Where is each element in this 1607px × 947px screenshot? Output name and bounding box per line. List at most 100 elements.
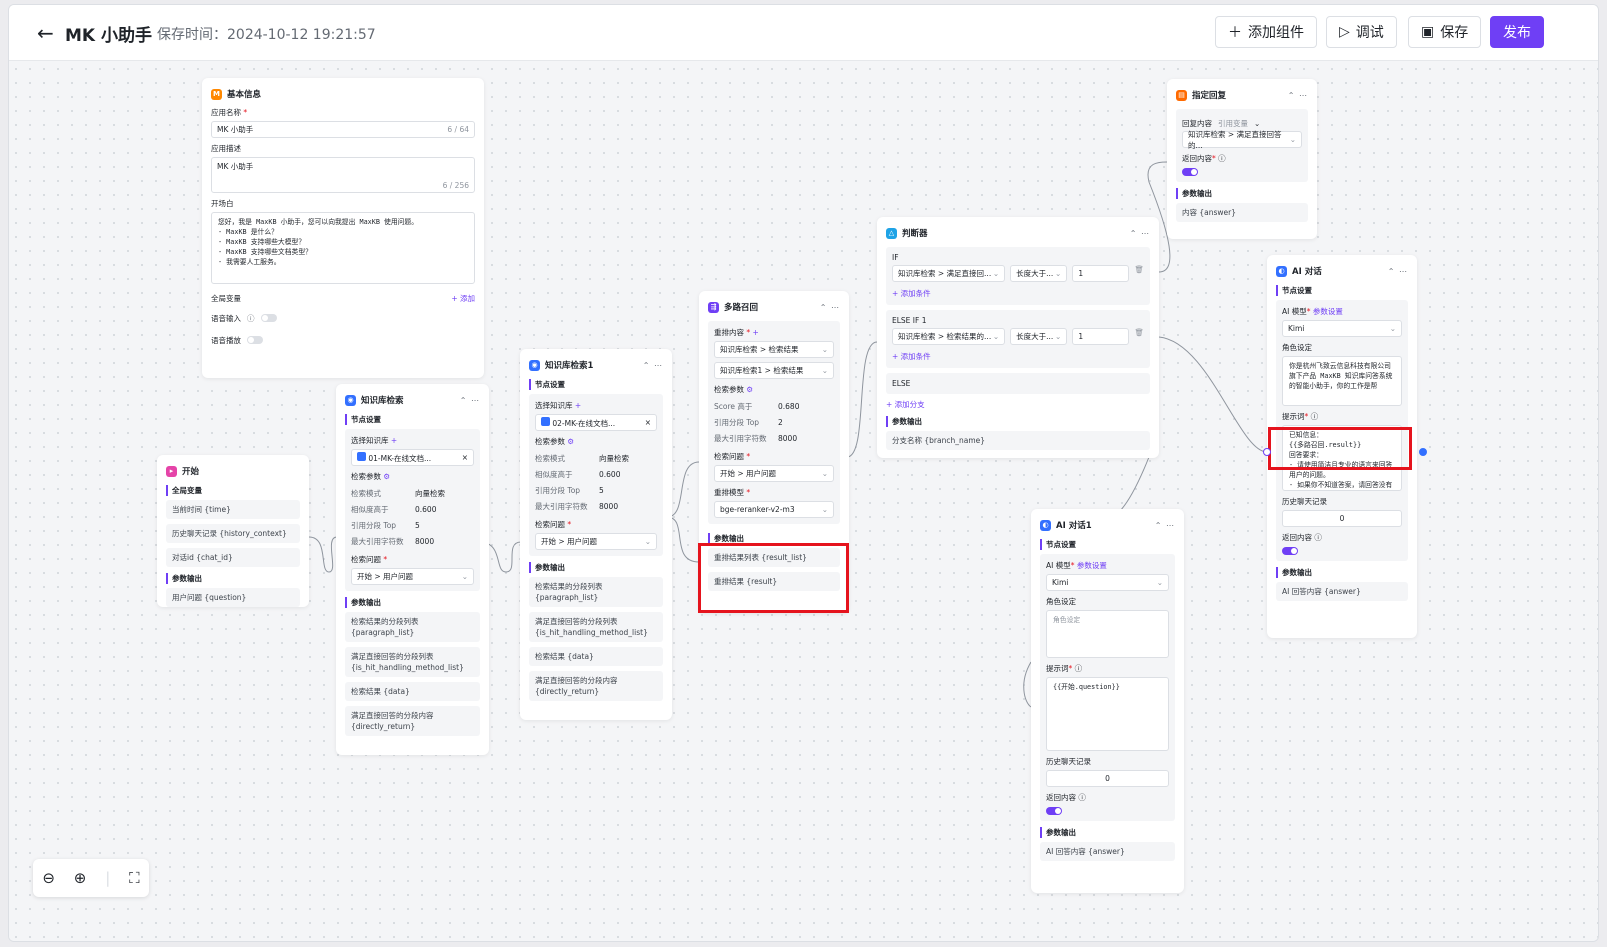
chevron-down-icon: ⌄ xyxy=(821,366,828,375)
ai-chat-icon: ◐ xyxy=(1040,519,1051,531)
ai1-return-toggle[interactable] xyxy=(1046,807,1062,815)
base-info-node[interactable]: M 基本信息 应用名称 * MK 小助手 6 / 64 应用描述 MK 小助手 6 /… xyxy=(202,78,484,378)
multi-recall-icon: ⇶ xyxy=(708,301,719,313)
opening-textarea[interactable]: 您好，我是 MaxKB 小助手，您可以向我提出 MaxKB 使用问题。 - Ma… xyxy=(211,212,475,284)
input-port[interactable] xyxy=(1263,448,1271,456)
kb-icon xyxy=(541,416,550,426)
debug-button[interactable]: ▷ 调试 xyxy=(1326,16,1397,48)
zoom-out-icon[interactable]: ⊖ xyxy=(42,869,55,887)
collapse-icon[interactable]: ⌃ ⋯ xyxy=(643,361,663,370)
kb1-question-select[interactable]: 开始 > 用户问题 ⌄ xyxy=(535,533,657,550)
ai-chat-icon: ◐ xyxy=(1276,265,1287,277)
if-op-select[interactable]: 长度大于... ⌄ xyxy=(1010,265,1068,282)
judge-node[interactable]: △ 判断器 ⌃ ⋯ IF 知识库检索 > 满足直接回... ⌄ 长度大于... ⌄ 1 … xyxy=(877,217,1159,458)
settings-icon[interactable]: ⚙ xyxy=(746,385,753,394)
collapse-icon[interactable]: ⌃ ⋯ xyxy=(820,303,840,312)
collapse-icon[interactable]: ⌃ ⋯ xyxy=(1288,91,1308,100)
recall-question-select[interactable]: 开始 > 用户问题 ⌄ xyxy=(714,465,834,482)
chevron-down-icon: ⌄ xyxy=(821,345,828,354)
start-output-question: 用户问题 {question} xyxy=(166,588,300,607)
chevron-down-icon: ⌄ xyxy=(644,537,651,546)
start-node[interactable]: ▸ 开始 全局变量 当前时间 {time} 历史聊天记录 {history_con… xyxy=(157,455,309,607)
collapse-icon[interactable]: ⌃ ⋯ xyxy=(1155,521,1175,530)
ai-model-select[interactable]: Kimi ⌄ xyxy=(1282,320,1402,337)
delete-icon[interactable]: 🗑 xyxy=(1134,265,1144,282)
start-var-history: 历史聊天记录 {history_context} xyxy=(166,524,300,543)
publish-button[interactable]: 发布 xyxy=(1490,16,1544,48)
reply-content-select[interactable]: 知识库检索 > 满足直接回答的... ⌄ xyxy=(1182,130,1302,150)
add-condition-link[interactable]: + 添加条件 xyxy=(892,288,1144,299)
kb-tag[interactable]: 02-MK-在线文档... × xyxy=(535,414,657,431)
rerank-item-2[interactable]: 知识库检索1 > 检索结果 ⌄ xyxy=(714,362,834,379)
collapse-icon[interactable]: ⌃ ⋯ xyxy=(1130,229,1150,238)
kb-icon xyxy=(357,451,366,461)
param-settings-link[interactable]: 参数设置 xyxy=(1077,561,1107,570)
voice-input-toggle[interactable] xyxy=(260,314,277,322)
add-global-var-link[interactable]: + 添加 xyxy=(451,293,475,304)
ai-chat1-node[interactable]: ◐ AI 对话1 ⌃ ⋯ 节点设置 AI 模型* 参数设置 Kimi ⌄ 角色设定 角… xyxy=(1031,509,1184,893)
kb-search-icon: ◉ xyxy=(345,394,356,406)
add-condition-link[interactable]: + 添加条件 xyxy=(892,351,1144,362)
reply-node[interactable]: ▤ 指定回复 ⌃ ⋯ 回复内容 引用变量 ⌄ 知识库检索 > 满足直接回答的... ⌄ 返… xyxy=(1167,79,1317,239)
workflow-canvas[interactable]: M 基本信息 应用名称 * MK 小助手 6 / 64 应用描述 MK 小助手 6 /… xyxy=(9,62,1598,941)
chevron-down-icon: ⌄ xyxy=(821,469,828,478)
chevron-down-icon: ⌄ xyxy=(461,572,468,581)
output-port[interactable] xyxy=(1419,448,1427,456)
if-value-input[interactable]: 1 xyxy=(1072,265,1130,282)
app-name-input[interactable]: MK 小助手 6 / 64 xyxy=(211,121,475,138)
close-icon[interactable]: × xyxy=(462,453,468,462)
start-icon: ▸ xyxy=(166,465,177,477)
reply-icon: ▤ xyxy=(1176,89,1187,101)
role-textarea[interactable]: 角色设定 xyxy=(1046,610,1169,658)
voice-play-toggle[interactable] xyxy=(247,336,263,344)
add-branch-link[interactable]: + 添加分支 xyxy=(886,399,1150,410)
add-component-button[interactable]: ＋添加组件 xyxy=(1215,16,1317,48)
save-button[interactable]: ▣ 保存 xyxy=(1408,16,1482,48)
start-var-chat-id: 对话id {chat_id} xyxy=(166,548,300,567)
collapse-icon[interactable]: ⌃ ⋯ xyxy=(460,396,480,405)
plus-icon: ＋ xyxy=(1228,25,1242,41)
history-stepper[interactable]: 0 xyxy=(1046,770,1169,787)
chevron-down-icon: ⌄ xyxy=(821,505,828,514)
save-time: 保存时间：2024-10-12 19:21:57 xyxy=(157,27,376,43)
ai-return-toggle[interactable] xyxy=(1282,547,1298,555)
settings-icon[interactable]: ⚙ xyxy=(567,437,574,446)
app-desc-input[interactable]: MK 小助手 6 / 256 xyxy=(211,157,475,193)
param-settings-link[interactable]: 参数设置 xyxy=(1313,307,1343,316)
back-arrow-icon[interactable]: ← xyxy=(37,21,54,45)
delete-icon[interactable]: 🗑 xyxy=(1134,328,1144,345)
elseif-field-select[interactable]: 知识库检索 > 检索结果的... ⌄ xyxy=(892,328,1006,345)
role-textarea[interactable]: 你是杭州飞致云信息科技有限公司旗下产品 MaxKB 知识库问答系统的智能小助手，… xyxy=(1282,356,1402,406)
ref-var-select[interactable]: 引用变量 xyxy=(1218,118,1248,129)
highlight-box-outputs xyxy=(698,543,849,613)
zoom-controls: ⊖ ⊕ | ⛶ xyxy=(33,859,149,897)
kb-question-select[interactable]: 开始 > 用户问题 ⌄ xyxy=(351,568,474,585)
kb-search-icon: ◉ xyxy=(529,359,540,371)
elseif-op-select[interactable]: 长度大于... ⌄ xyxy=(1010,328,1068,345)
rerank-model-select[interactable]: bge-reranker-v2-m3 ⌄ xyxy=(714,501,834,518)
highlight-box-prompt xyxy=(1268,427,1412,470)
prompt-textarea[interactable]: {{开始.question}} xyxy=(1046,677,1169,751)
kb-search-node[interactable]: ◉ 知识库检索 ⌃ ⋯ 节点设置 选择知识库 + 01-MK-在线文档... × 检索… xyxy=(336,384,489,755)
zoom-in-icon[interactable]: ⊕ xyxy=(74,869,87,887)
start-var-time: 当前时间 {time} xyxy=(166,500,300,519)
reply-return-toggle[interactable] xyxy=(1182,168,1198,176)
fit-view-icon[interactable]: ⛶ xyxy=(129,869,140,887)
close-icon[interactable]: × xyxy=(645,418,651,427)
settings-icon[interactable]: ⚙ xyxy=(383,472,390,481)
rerank-item-1[interactable]: 知识库检索 > 检索结果 ⌄ xyxy=(714,341,834,358)
app-icon: M xyxy=(211,88,222,100)
if-field-select[interactable]: 知识库检索 > 满足直接回... ⌄ xyxy=(892,265,1006,282)
app-title: MK 小助手 xyxy=(65,26,153,46)
elseif-value-input[interactable]: 1 xyxy=(1072,328,1130,345)
history-stepper[interactable]: 0 xyxy=(1282,510,1402,527)
app-window: ← MK 小助手 保存时间：2024-10-12 19:21:57 ＋添加组件 … xyxy=(8,4,1599,942)
collapse-icon[interactable]: ⌃ ⋯ xyxy=(1388,267,1408,276)
play-icon: ▷ xyxy=(1339,24,1350,40)
ai1-model-select[interactable]: Kimi ⌄ xyxy=(1046,574,1169,591)
judge-icon: △ xyxy=(886,227,897,239)
save-icon: ▣ xyxy=(1421,24,1435,40)
kb-search1-node[interactable]: ◉ 知识库检索1 ⌃ ⋯ 节点设置 选择知识库 + 02-MK-在线文档... × 检… xyxy=(520,349,672,720)
top-bar: ← MK 小助手 保存时间：2024-10-12 19:21:57 ＋添加组件 … xyxy=(9,5,1598,61)
kb-tag[interactable]: 01-MK-在线文档... × xyxy=(351,449,474,466)
